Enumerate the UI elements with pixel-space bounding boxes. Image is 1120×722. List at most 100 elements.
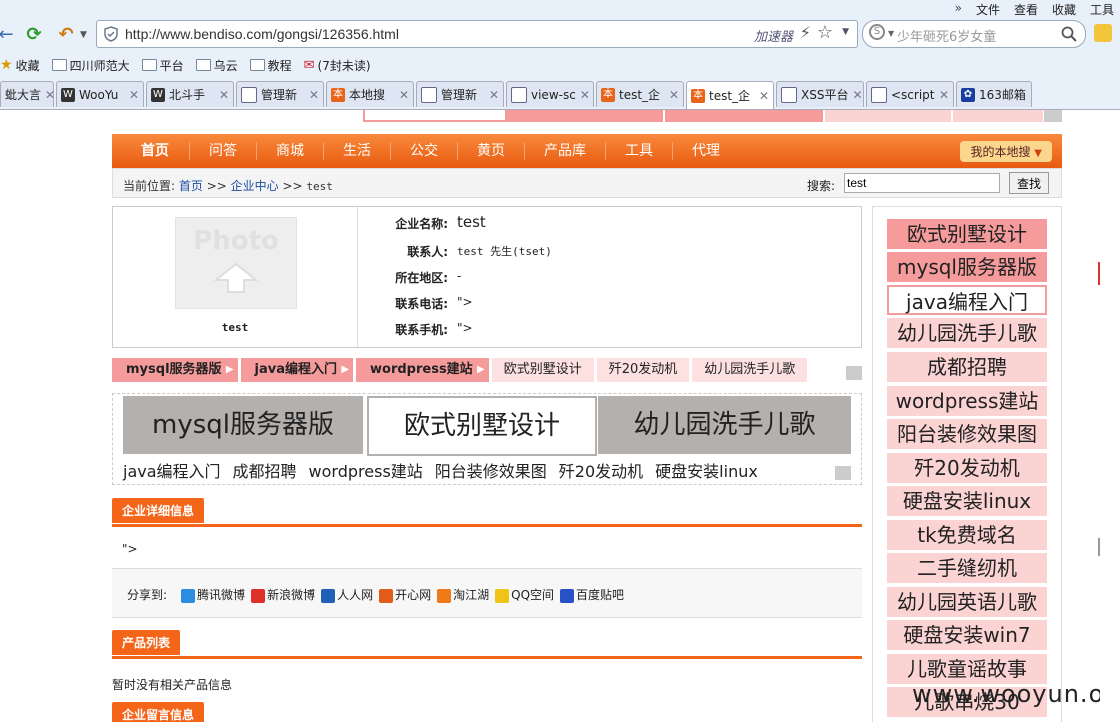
menu-view[interactable]: 查看 — [1014, 1, 1038, 18]
close-icon[interactable]: ✕ — [219, 88, 229, 102]
menu-tools[interactable]: 工具 — [1090, 1, 1114, 18]
nav-mall[interactable]: 商城 — [257, 142, 324, 160]
refresh-icon[interactable]: ⟳ — [22, 22, 46, 46]
share-tencent-weibo[interactable]: 腾讯微博 — [181, 586, 245, 603]
nav-proxy[interactable]: 代理 — [673, 142, 739, 160]
close-icon[interactable]: ✕ — [399, 88, 409, 102]
site-search-input[interactable] — [844, 173, 1000, 193]
pager-item[interactable]: 8 — [1098, 423, 1100, 446]
menu-overflow[interactable]: » — [955, 1, 962, 18]
bookmark-mail[interactable]: ✉ (7封未读) — [304, 57, 371, 74]
browser-search[interactable]: S ▼ 少年砸死6岁女童 — [862, 20, 1086, 48]
close-icon[interactable]: ✕ — [489, 88, 499, 102]
small-tag[interactable]: wordpress建站 — [309, 458, 423, 482]
bookmark-wooyun[interactable]: 乌云 — [195, 57, 238, 74]
sidebar-tag[interactable]: 二手缝纫机 — [887, 553, 1047, 583]
sidebar-tag[interactable]: 硬盘安装linux — [887, 486, 1047, 516]
undo-dropdown-icon[interactable]: ▼ — [80, 30, 87, 40]
menu-file[interactable]: 文件 — [976, 1, 1000, 18]
pager-item[interactable]: 4 — [1098, 331, 1100, 354]
search-engine-icon[interactable]: S — [869, 24, 885, 40]
bookmark-sicnu[interactable]: 四川师范大 — [51, 57, 130, 74]
tab-5[interactable]: 管理新 ✕ — [416, 81, 504, 107]
share-tieba[interactable]: 百度贴吧 — [560, 586, 624, 603]
find-button[interactable]: 查找 — [1009, 172, 1049, 194]
close-icon[interactable]: ✕ — [939, 88, 949, 102]
sidebar-tag[interactable]: mysql服务器版 — [887, 252, 1047, 282]
nav-home[interactable]: 首页 — [112, 142, 190, 160]
nav-products[interactable]: 产品库 — [525, 142, 606, 160]
address-bar[interactable]: http://www.bendiso.com/gongsi/126356.htm… — [96, 20, 858, 48]
close-icon[interactable]: ✕ — [309, 88, 319, 102]
bookmark-tutorial[interactable]: 教程 — [249, 57, 292, 74]
sidebar-tag[interactable]: 硬盘安装win7 — [887, 620, 1047, 650]
close-icon[interactable]: ✕ — [852, 88, 862, 102]
bookmark-platform[interactable]: 平台 — [141, 57, 184, 74]
lightning-icon[interactable]: ⚡ — [800, 23, 811, 42]
search-input[interactable]: 少年砸死6岁女童 — [897, 26, 996, 45]
undo-icon[interactable]: ↶ — [54, 22, 78, 46]
tab-10[interactable]: <script ✕ — [866, 81, 954, 107]
ad-close-icon[interactable] — [835, 466, 851, 480]
menu-favorites[interactable]: 收藏 — [1052, 1, 1076, 18]
close-icon[interactable]: ✕ — [580, 88, 590, 102]
sidebar-tag[interactable]: 欧式别墅设计 — [887, 219, 1047, 249]
back-icon[interactable]: ← — [0, 22, 18, 46]
sidebar-tag[interactable]: 幼儿园英语儿歌 — [887, 587, 1047, 617]
small-tag[interactable]: 歼20发动机 — [559, 458, 643, 482]
pager-item[interactable]: 9 — [1098, 446, 1100, 469]
tab-0[interactable]: 蚍大言✕ — [0, 81, 54, 107]
close-icon[interactable]: ✕ — [45, 88, 53, 102]
tag-link[interactable]: 幼儿园洗手儿歌 — [692, 358, 808, 382]
tag-link[interactable]: 歼20发动机 — [596, 358, 690, 382]
crumb-home[interactable]: 首页 — [179, 179, 203, 193]
pager-item[interactable]: 11 — [1098, 492, 1100, 515]
star-icon[interactable]: ☆ — [817, 22, 833, 43]
crumb-company-center[interactable]: 企业中心 — [231, 179, 279, 193]
tag-link[interactable]: wordpress建站 ▶ — [356, 358, 489, 382]
sidebar-tag[interactable]: tk免费域名 — [887, 520, 1047, 550]
big-tag[interactable]: 幼儿园洗手儿歌 — [598, 396, 851, 454]
pager-item[interactable]: 7 — [1098, 400, 1100, 423]
share-taojianghu[interactable]: 淘江湖 — [437, 586, 489, 603]
close-icon[interactable]: ✕ — [759, 89, 769, 103]
tab-11[interactable]: ✿ 163邮箱 — [956, 81, 1032, 107]
sidebar-tag[interactable]: 成都招聘 — [887, 352, 1047, 382]
pager-item[interactable]: 2 — [1098, 285, 1100, 308]
url-dropdown-icon[interactable]: ▼ — [842, 27, 849, 37]
nav-life[interactable]: 生活 — [324, 142, 391, 160]
share-kaixin[interactable]: 开心网 — [379, 586, 431, 603]
big-tag[interactable]: mysql服务器版 — [123, 396, 363, 454]
small-tag[interactable]: 阳台装修效果图 — [435, 458, 547, 482]
tab-3[interactable]: 管理新 ✕ — [236, 81, 324, 107]
sidebar-tag[interactable]: wordpress建站 — [887, 386, 1047, 416]
ad-close-icon[interactable] — [1044, 110, 1062, 122]
small-tag[interactable]: java编程入门 — [123, 458, 221, 482]
sidebar-tag[interactable]: java编程入门 — [887, 285, 1047, 315]
tag-link[interactable]: java编程入门 ▶ — [240, 358, 354, 382]
tab-6[interactable]: view-sc ✕ — [506, 81, 594, 107]
engine-dropdown-icon[interactable]: ▼ — [888, 29, 894, 38]
accelerator-label[interactable]: 加速器 — [754, 26, 793, 45]
my-local-button[interactable]: 我的本地搜 ▼ — [960, 141, 1052, 162]
tab-7[interactable]: 本 test_企 ✕ — [596, 81, 684, 107]
extension-icon[interactable] — [1094, 24, 1112, 42]
pager-item[interactable]: 6 — [1098, 377, 1100, 400]
search-icon[interactable] — [1061, 26, 1077, 42]
sidebar-tag[interactable]: 阳台装修效果图 — [887, 419, 1047, 449]
tab-1[interactable]: W WooYu ✕ — [56, 81, 144, 107]
sidebar-tag[interactable]: 幼儿园洗手儿歌 — [887, 318, 1047, 348]
tag-link[interactable]: mysql服务器版 ▶ — [112, 358, 238, 382]
nav-qa[interactable]: 问答 — [190, 142, 257, 160]
pager-item[interactable]: 3 — [1098, 308, 1100, 331]
small-tag[interactable]: 硬盘安装linux — [655, 458, 758, 482]
small-tag[interactable]: 成都招聘 — [233, 458, 297, 482]
pager-item[interactable]: 1 — [1098, 262, 1100, 285]
tab-8-active[interactable]: 本 test_企 ✕ — [686, 81, 774, 109]
share-renren[interactable]: 人人网 — [321, 586, 373, 603]
bookmark-favorites[interactable]: ★ 收藏 — [0, 57, 40, 74]
nav-bus[interactable]: 公交 — [391, 142, 458, 160]
sidebar-tag[interactable]: 歼20发动机 — [887, 453, 1047, 483]
tab-9[interactable]: XSS平台 ✕ — [776, 81, 864, 107]
big-tag[interactable]: 欧式别墅设计 — [367, 396, 597, 456]
